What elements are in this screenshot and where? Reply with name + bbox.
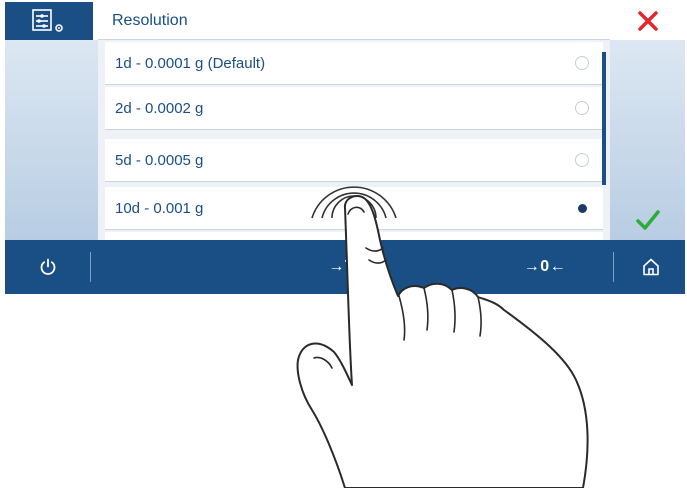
option-row[interactable]: 10d - 0.001 g — [105, 187, 603, 230]
zero-label: →0← — [523, 258, 567, 275]
checkmark-icon — [635, 210, 660, 230]
power-icon — [40, 258, 55, 275]
radio-button[interactable] — [575, 153, 589, 167]
power-button[interactable] — [5, 240, 90, 294]
page-title: Resolution — [112, 11, 188, 29]
radio-button[interactable] — [575, 101, 589, 115]
home-icon — [643, 258, 659, 276]
radio-button[interactable] — [575, 56, 589, 70]
option-row-partial[interactable] — [105, 232, 603, 240]
bottom-toolbar: →T← →0← — [5, 240, 685, 294]
close-button[interactable] — [610, 2, 685, 40]
title-bar: Resolution — [98, 2, 610, 40]
toolbar-divider — [90, 252, 91, 282]
option-row[interactable]: 2d - 0.0002 g — [105, 87, 603, 130]
option-row[interactable]: 5d - 0.0005 g — [105, 139, 603, 182]
home-button[interactable] — [617, 240, 685, 294]
settings-tile[interactable] — [5, 2, 93, 40]
resolution-options-list[interactable]: 1d - 0.0001 g (Default) 2d - 0.0002 g 5d… — [98, 40, 610, 240]
settings-icon — [32, 9, 63, 32]
option-label: 5d - 0.0005 g — [115, 151, 204, 169]
balance-screen: Resolution 1d - 0.0001 g (Default) 2d - … — [5, 2, 685, 294]
tare-button[interactable]: →T← — [295, 240, 405, 294]
confirm-button[interactable] — [610, 200, 685, 240]
option-row[interactable]: 1d - 0.0001 g (Default) — [105, 42, 603, 85]
option-label: 2d - 0.0002 g — [115, 99, 204, 117]
option-label: 10d - 0.001 g — [115, 199, 204, 217]
zero-button[interactable]: →0← — [485, 240, 605, 294]
radio-button-selected[interactable] — [575, 201, 589, 215]
close-icon — [637, 11, 658, 31]
left-panel — [5, 40, 98, 240]
tare-label: →T← — [328, 258, 372, 275]
option-label: 1d - 0.0001 g (Default) — [115, 54, 266, 72]
scrollbar[interactable] — [602, 52, 606, 185]
toolbar-divider — [613, 252, 614, 282]
